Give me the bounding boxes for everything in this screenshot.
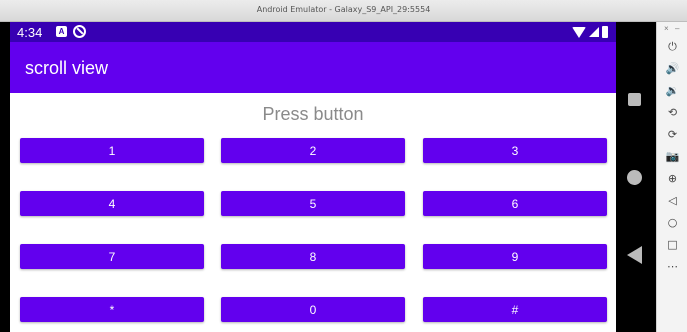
wifi-icon bbox=[572, 26, 586, 38]
status-time: 4:34 bbox=[17, 25, 43, 40]
minimize-icon[interactable]: – bbox=[675, 24, 679, 33]
key-8-button[interactable]: 8 bbox=[221, 244, 405, 269]
app-title: scroll view bbox=[25, 58, 109, 78]
emulator-window: Android Emulator - Galaxy_S9_API_29:5554… bbox=[0, 0, 687, 332]
key-0-button[interactable]: 0 bbox=[221, 297, 405, 322]
device-frame: 4:34 A scroll view Press button 1 2 3 4 … bbox=[0, 22, 656, 332]
back-icon[interactable]: ◁ bbox=[657, 194, 687, 208]
key-hash-button[interactable]: # bbox=[423, 297, 607, 322]
status-bar: 4:34 A bbox=[10, 22, 616, 42]
window-title: Android Emulator - Galaxy_S9_API_29:5554 bbox=[256, 5, 431, 14]
zoom-icon[interactable]: ⊕ bbox=[657, 172, 687, 186]
volume-down-icon[interactable]: 🔉 bbox=[657, 84, 687, 98]
cell-signal-icon bbox=[589, 27, 599, 37]
key-9-button[interactable]: 9 bbox=[423, 244, 607, 269]
rotate-left-icon[interactable]: ⟲ bbox=[657, 106, 687, 120]
key-3-button[interactable]: 3 bbox=[423, 138, 607, 163]
volume-up-icon[interactable]: 🔊 bbox=[657, 62, 687, 76]
nav-back-icon[interactable] bbox=[627, 246, 642, 264]
camera-icon[interactable]: 📷 bbox=[657, 150, 687, 164]
status-indicators bbox=[572, 25, 608, 39]
key-star-button[interactable]: * bbox=[20, 297, 204, 322]
power-icon[interactable]: ⏻ bbox=[657, 40, 687, 54]
key-7-button[interactable]: 7 bbox=[20, 244, 204, 269]
android-nav-bar bbox=[616, 22, 656, 332]
emulator-toolbar: × – ⏻ 🔊 🔉 ⟲ ⟳ 📷 ⊕ ◁ ○ □ ⋯ bbox=[656, 22, 687, 332]
home-icon[interactable]: ○ bbox=[657, 216, 687, 230]
rotate-right-icon[interactable]: ⟳ bbox=[657, 128, 687, 142]
close-icon[interactable]: × bbox=[664, 24, 669, 33]
key-6-button[interactable]: 6 bbox=[423, 191, 607, 216]
app-bar: scroll view bbox=[10, 42, 616, 93]
key-1-button[interactable]: 1 bbox=[20, 138, 204, 163]
overview-icon[interactable]: □ bbox=[657, 238, 687, 252]
device-screen: 4:34 A scroll view Press button 1 2 3 4 … bbox=[10, 22, 616, 332]
nav-recents-icon[interactable] bbox=[628, 93, 641, 106]
press-display: Press button bbox=[262, 104, 364, 124]
more-icon[interactable]: ⋯ bbox=[657, 260, 687, 274]
battery-icon bbox=[602, 26, 608, 38]
nav-home-icon[interactable] bbox=[627, 170, 642, 185]
notification-a-icon: A bbox=[56, 26, 67, 37]
notification-blocked-icon bbox=[73, 25, 86, 38]
key-5-button[interactable]: 5 bbox=[221, 191, 405, 216]
key-2-button[interactable]: 2 bbox=[221, 138, 405, 163]
key-4-button[interactable]: 4 bbox=[20, 191, 204, 216]
window-title-bar: Android Emulator - Galaxy_S9_API_29:5554 bbox=[0, 0, 687, 22]
